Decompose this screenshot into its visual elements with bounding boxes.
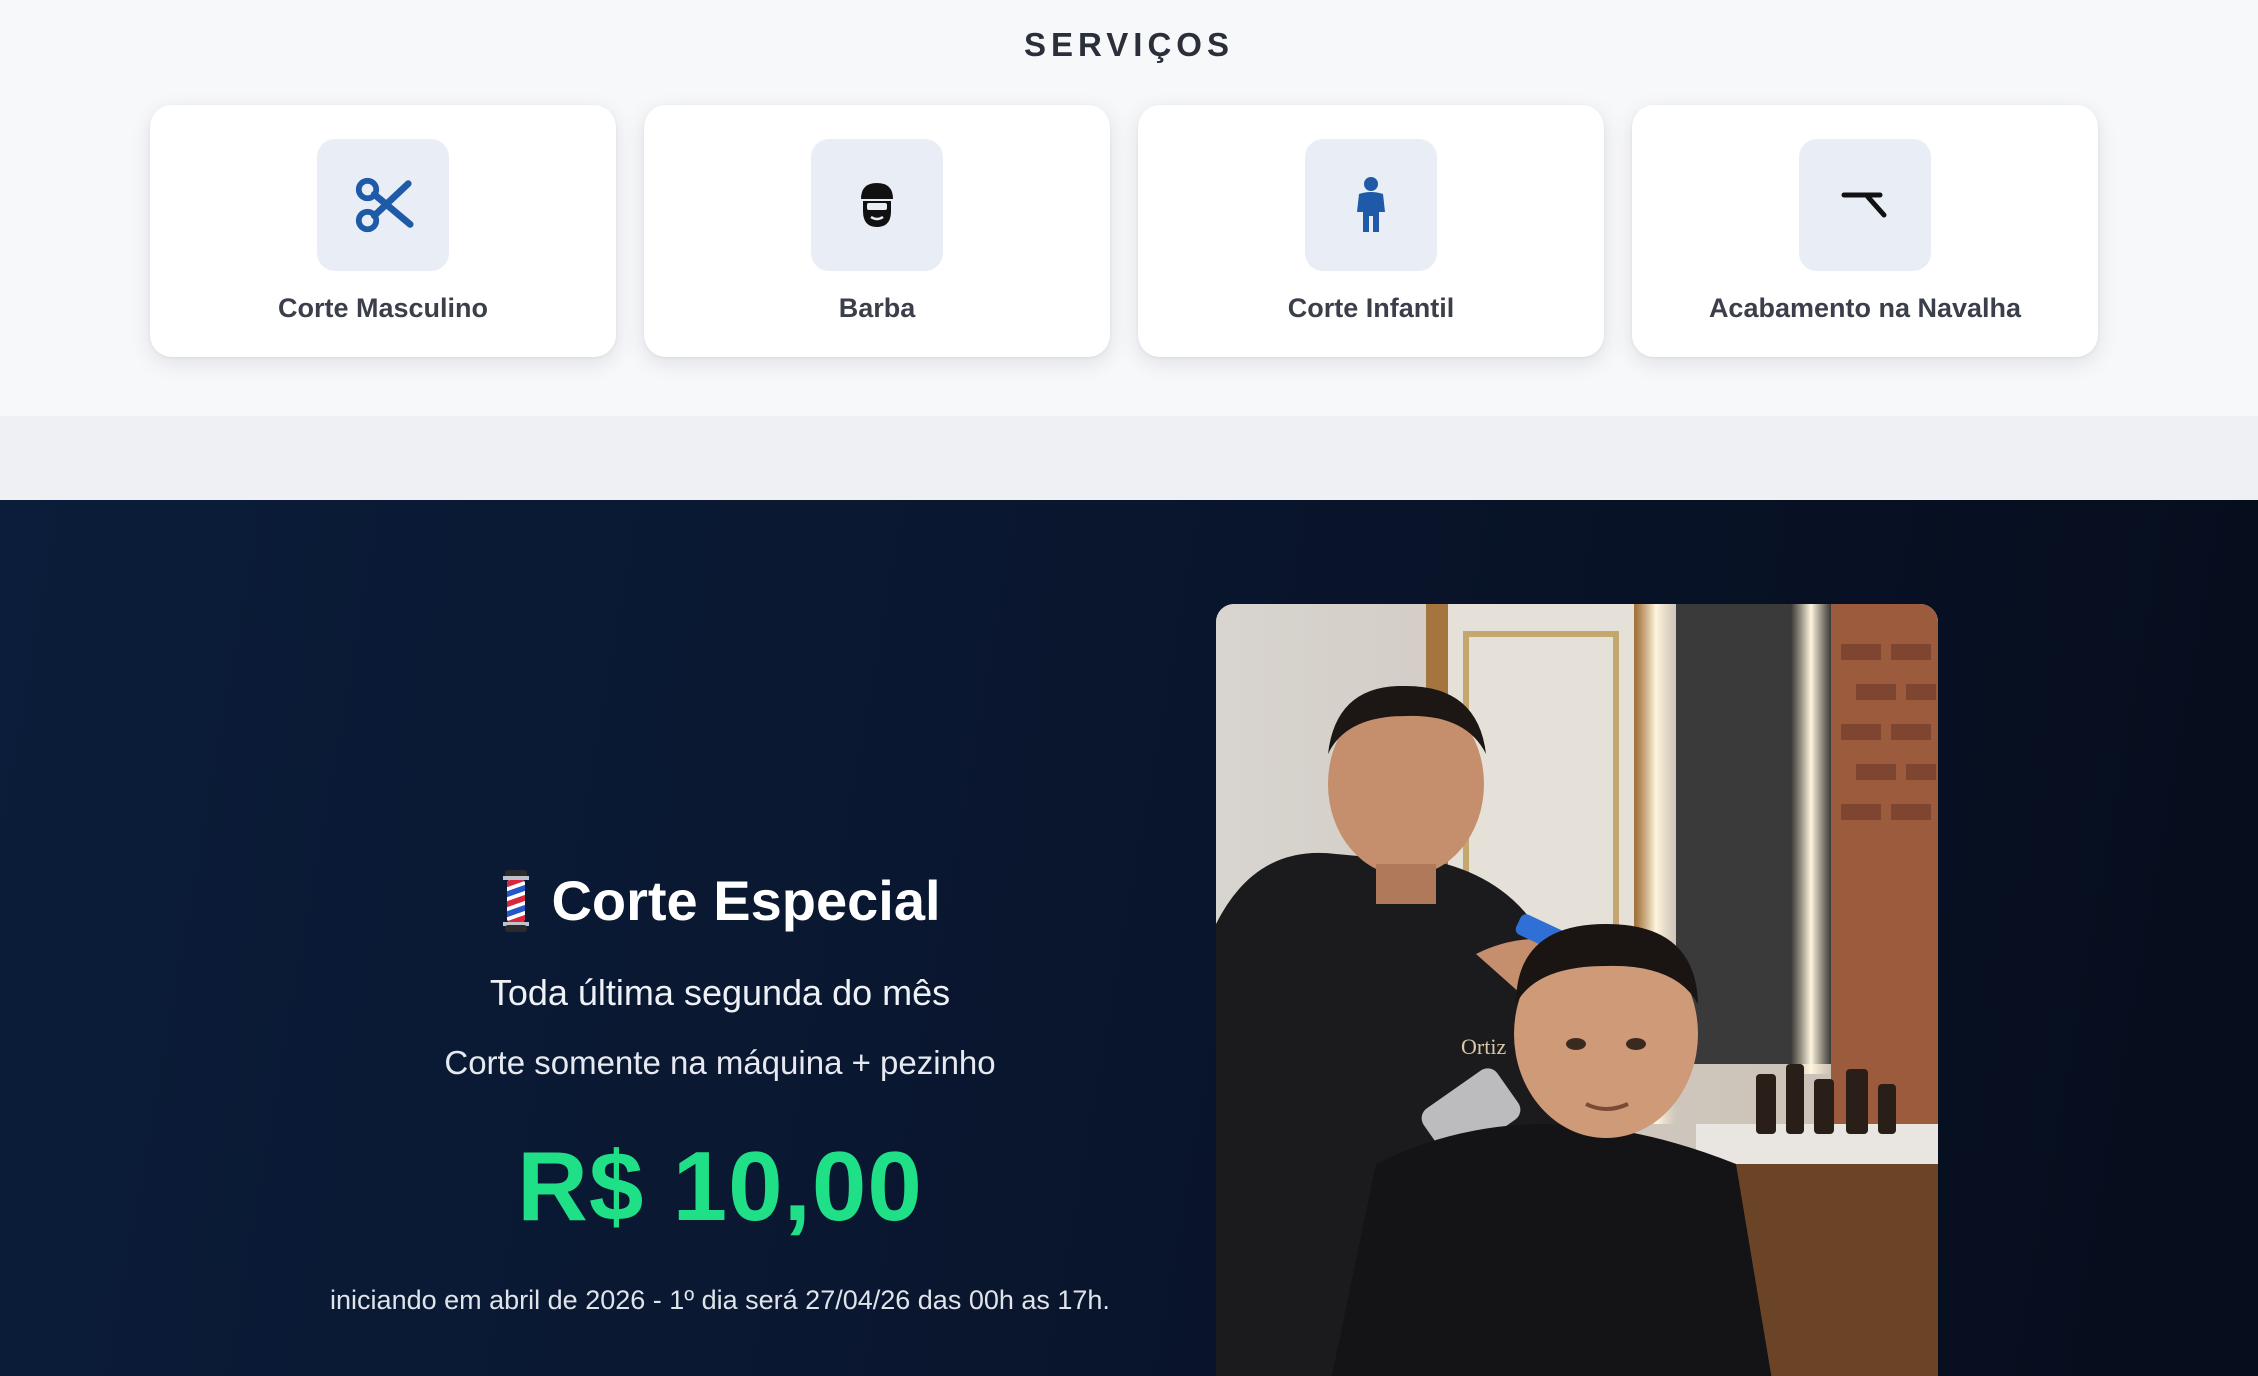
services-title: SERVIÇOS <box>1024 26 1234 63</box>
promo-title: Corte Especial <box>551 869 941 932</box>
promo-description: Corte somente na máquina + pezinho <box>444 1044 996 1081</box>
service-label: Corte Masculino <box>277 293 489 323</box>
service-label: Corte Infantil <box>1287 293 1455 323</box>
services-cards: Corte Masculino Barba Corte Infantil Aca… <box>150 105 2098 357</box>
service-card-corte-masculino[interactable]: Corte Masculino <box>150 105 616 357</box>
promo-price: R$ 10,00 <box>517 1131 923 1241</box>
promo-content: Corte Especial Toda última segunda do mê… <box>270 870 1170 1318</box>
service-card-barba[interactable]: Barba <box>644 105 1110 357</box>
promo-section: Corte Especial Toda última segunda do mê… <box>0 500 2258 1376</box>
services-section: SERVIÇOS Corte Masculino Barba Corte Inf… <box>0 0 2258 416</box>
razor-icon <box>1799 139 1931 271</box>
service-label: Acabamento na Navalha <box>1708 293 2022 323</box>
service-label: Barba <box>838 293 916 323</box>
bearded-face-icon <box>811 139 943 271</box>
photo-logo: Ortiz <box>1461 1034 1506 1059</box>
barber-photo: Ortiz <box>1216 604 1938 1376</box>
promo-note: iniciando em abril de 2026 - 1º dia será… <box>330 1285 1110 1315</box>
promo-title-row: Corte Especial <box>270 870 1170 932</box>
barber-pole-icon <box>499 870 533 932</box>
service-card-corte-infantil[interactable]: Corte Infantil <box>1138 105 1604 357</box>
promo-subtitle: Toda última segunda do mês <box>489 972 951 1013</box>
scissors-icon <box>317 139 449 271</box>
section-divider <box>0 416 2258 500</box>
child-icon <box>1305 139 1437 271</box>
service-card-acabamento-navalha[interactable]: Acabamento na Navalha <box>1632 105 2098 357</box>
